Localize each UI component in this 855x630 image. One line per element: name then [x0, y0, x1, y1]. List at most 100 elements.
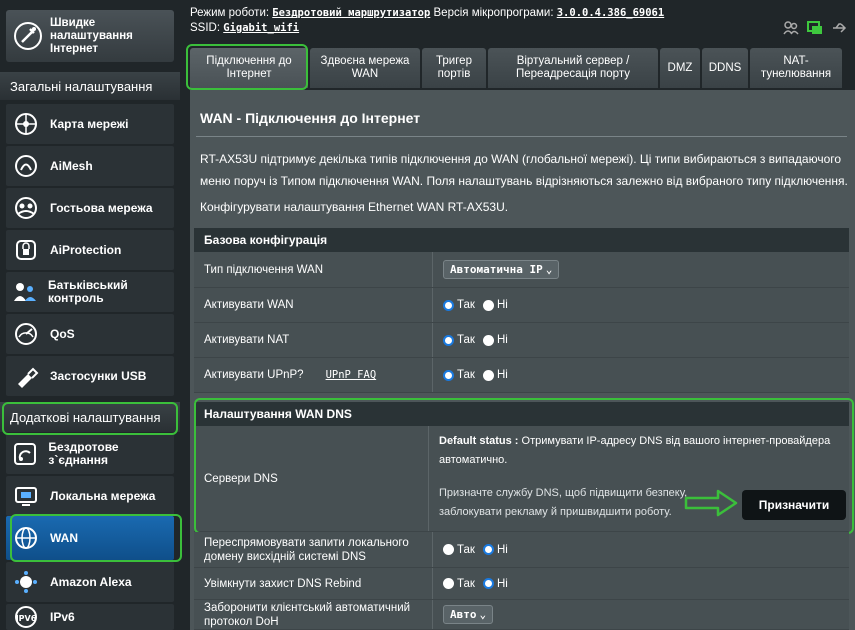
- ipv6-icon: IPV6: [12, 603, 40, 630]
- sidebar-item-label: Amazon Alexa: [50, 574, 132, 589]
- tab-dual-wan[interactable]: Здвоєна мережа WAN: [310, 48, 420, 88]
- tab-label: Віртуальний сервер / Переадресація порту: [516, 55, 630, 80]
- wireless-icon: [12, 440, 38, 468]
- radio-yes-label: Так: [457, 334, 475, 346]
- mode-link[interactable]: Бездротовий маршрутизатор: [272, 7, 430, 19]
- wan-icon: [12, 524, 40, 552]
- quick-setup-button[interactable]: Швидке налаштування Інтернет: [6, 10, 174, 62]
- title-divider: [196, 136, 847, 137]
- tab-nat-passthrough[interactable]: NAT-тунелювання: [750, 48, 842, 88]
- tab-ddns[interactable]: DDNS: [702, 48, 748, 88]
- sidebar-item-label: IPv6: [50, 609, 75, 624]
- sidebar-item-label: WAN: [50, 530, 78, 545]
- sidebar-item-label: Карта мережі: [50, 116, 129, 131]
- doh-label: Заборонити клієнтський автоматичний прот…: [194, 600, 432, 629]
- tab-label: DMZ: [667, 61, 693, 74]
- assign-hint: Призначте службу DNS, щоб підвищити безп…: [439, 487, 688, 518]
- default-status-label: Default status :: [439, 435, 519, 447]
- enable-nat-yes-radio[interactable]: Так: [443, 334, 475, 346]
- enable-upnp-no-radio[interactable]: Ні: [482, 369, 508, 381]
- dns-rebind-row: Увімкнути захист DNS Rebind Так Ні: [194, 568, 849, 600]
- sidebar-item-wan[interactable]: WAN: [6, 516, 174, 560]
- sidebar-item-guest-network[interactable]: Гостьова мережа: [6, 188, 174, 228]
- lan-icon: [12, 482, 40, 510]
- radio-no-label: Ні: [496, 299, 508, 311]
- doh-select[interactable]: Авто ⌄: [443, 605, 494, 624]
- radio-yes-label: Так: [457, 369, 475, 381]
- ssid-label: SSID:: [190, 22, 221, 34]
- doh-row: Заборонити клієнтський автоматичний прот…: [194, 600, 849, 630]
- dns-rebind-label: Увімкнути захист DNS Rebind: [194, 568, 432, 599]
- radio-yes-label: Так: [457, 577, 475, 590]
- magic-wand-icon: [12, 20, 44, 52]
- enable-upnp-yes-radio[interactable]: Так: [443, 369, 475, 381]
- tab-dmz[interactable]: DMZ: [660, 48, 700, 88]
- radio-no-label: Ні: [496, 577, 508, 590]
- status-icons: [783, 20, 847, 41]
- config-note: Конфігурувати налаштування Ethernet WAN …: [200, 200, 509, 214]
- sidebar-item-aiprotection[interactable]: AiProtection: [6, 230, 174, 270]
- dns-rebind-yes-radio[interactable]: Так: [443, 578, 475, 590]
- enable-wan-row: Активувати WAN Так Ні: [194, 288, 849, 323]
- chevron-down-icon: ⌄: [545, 263, 553, 276]
- sidebar-item-label: Батьківський контроль: [48, 278, 128, 305]
- tab-label: DDNS: [708, 61, 742, 74]
- qos-icon: [12, 320, 40, 348]
- sidebar-item-label: AiProtection: [50, 242, 122, 257]
- sidebar-item-alexa[interactable]: Amazon Alexa: [6, 562, 174, 602]
- wan-type-select[interactable]: Автоматична IP ⌄: [443, 260, 560, 279]
- sidebar-item-wireless[interactable]: Бездротове з`єднання: [6, 434, 174, 474]
- ssid-link[interactable]: Gigabit_wifi: [223, 22, 299, 34]
- sidebar-item-qos[interactable]: QoS: [6, 314, 174, 354]
- aimesh-icon: [12, 152, 40, 180]
- sidebar-item-aimesh[interactable]: AiMesh: [6, 146, 174, 186]
- forward-dns-yes-radio[interactable]: Так: [443, 544, 475, 556]
- dns-servers-row: Сервери DNS Default status : Отримувати …: [194, 426, 849, 532]
- sidebar-item-parental-control[interactable]: Батьківський контроль: [6, 272, 174, 312]
- enable-wan-yes-radio[interactable]: Так: [443, 299, 475, 311]
- network-map-icon: [12, 110, 40, 138]
- guest-network-icon: [12, 194, 40, 222]
- usb-status-icon[interactable]: [831, 20, 847, 41]
- status-bar: Режим роботи: Бездротовий маршрутизатор …: [190, 6, 855, 46]
- tab-internet-connection[interactable]: Підключення до Інтернет: [190, 48, 308, 88]
- sidebar-item-label: Гостьова мережа: [50, 200, 153, 215]
- enable-wan-label: Активувати WAN: [194, 288, 432, 322]
- sidebar-item-label: AiMesh: [50, 158, 93, 173]
- sidebar-item-usb-apps[interactable]: Застосунки USB: [6, 356, 174, 396]
- enable-wan-no-radio[interactable]: Ні: [482, 299, 508, 311]
- wan-dns-header: Налаштування WAN DNS: [194, 402, 849, 426]
- dns-rebind-no-radio[interactable]: Ні: [482, 577, 508, 590]
- tab-port-trigger[interactable]: Тригер портів: [422, 48, 486, 88]
- sidebar-item-network-map[interactable]: Карта мережі: [6, 104, 174, 144]
- tab-label: Здвоєна мережа WAN: [320, 55, 410, 80]
- page-description: RT-AX53U підтримує декілька типів підклю…: [200, 152, 848, 188]
- enable-nat-no-radio[interactable]: Ні: [482, 334, 508, 346]
- usb-icon: [12, 362, 40, 390]
- firmware-link[interactable]: 3.0.0.4.386_69061: [557, 7, 664, 19]
- main-panel: WAN - Підключення до Інтернет RT-AX53U п…: [190, 90, 855, 630]
- forward-dns-no-radio[interactable]: Ні: [482, 544, 508, 556]
- enable-upnp-label-cell: Активувати UPnP? UPnP FAQ: [194, 358, 432, 392]
- clients-icon[interactable]: [783, 20, 799, 41]
- sidebar-item-ipv6[interactable]: IPV6 IPv6: [6, 604, 174, 630]
- basic-config-header: Базова конфігурація: [194, 228, 849, 252]
- radio-yes-label: Так: [457, 543, 475, 556]
- sidebar-item-label: Локальна мережа: [50, 488, 156, 503]
- upnp-faq-link[interactable]: UPnP FAQ: [326, 368, 377, 382]
- chevron-down-icon: ⌄: [479, 608, 487, 621]
- svg-text:IPV6: IPV6: [16, 614, 37, 623]
- alexa-icon: [12, 568, 40, 596]
- radio-no-label: Ні: [496, 334, 508, 346]
- assign-dns-button[interactable]: Призначити: [742, 490, 846, 520]
- internet-status-icon[interactable]: [807, 20, 823, 41]
- sidebar-item-label: Бездротове з`єднання: [48, 440, 119, 467]
- sidebar: Швидке налаштування Інтернет Загальні на…: [0, 0, 180, 630]
- aiprotection-icon: [12, 236, 40, 264]
- sidebar-item-lan[interactable]: Локальна мережа: [6, 476, 174, 516]
- page-title: WAN - Підключення до Інтернет: [200, 110, 421, 126]
- advanced-settings-title: Додаткові налаштування: [0, 402, 180, 432]
- wan-type-label: Тип підключення WAN: [194, 252, 432, 287]
- radio-yes-label: Так: [457, 299, 475, 311]
- tab-virtual-server[interactable]: Віртуальний сервер / Переадресація порту: [488, 48, 658, 88]
